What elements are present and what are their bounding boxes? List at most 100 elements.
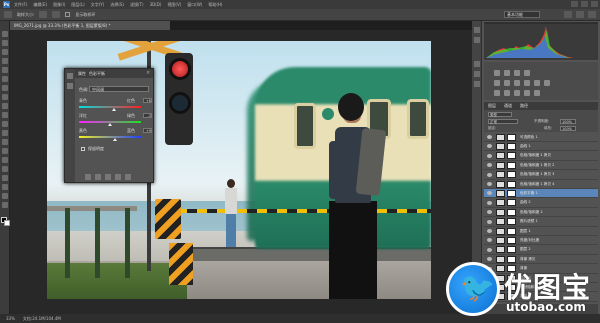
eyedropper-icon[interactable] bbox=[2, 76, 8, 82]
layer-row[interactable]: 色相/饱和度 1 拷贝 2 bbox=[484, 161, 598, 171]
layer-mask-thumbnail[interactable] bbox=[507, 133, 516, 141]
layer-row[interactable]: 色相/饱和度 1 拷贝 3 bbox=[484, 171, 598, 180]
layer-mask-thumbnail[interactable] bbox=[507, 236, 516, 244]
zoom-level[interactable]: 33% bbox=[6, 316, 15, 321]
layer-mask-thumbnail[interactable] bbox=[507, 152, 516, 160]
healing-brush-icon[interactable] bbox=[2, 85, 8, 91]
menu-filter[interactable]: 滤镜(T) bbox=[130, 2, 144, 8]
layer-row[interactable]: 曲线 1 bbox=[484, 142, 598, 152]
layer-row[interactable]: 色相/饱和度 1 拷贝 4 bbox=[484, 180, 598, 189]
brush-presets-icon[interactable] bbox=[474, 61, 480, 67]
view-previous-icon[interactable] bbox=[95, 174, 101, 180]
layer-row[interactable]: 色相/饱和度 2 bbox=[484, 208, 598, 218]
curves-icon[interactable] bbox=[514, 70, 520, 76]
opacity-field[interactable]: 100% bbox=[560, 119, 576, 124]
menu-image[interactable]: 图像(I) bbox=[53, 2, 65, 8]
channel-mixer-icon[interactable] bbox=[544, 80, 550, 86]
menu-layer[interactable]: 图层(L) bbox=[71, 2, 84, 8]
close-icon[interactable]: × bbox=[146, 71, 151, 76]
search-icon[interactable] bbox=[564, 11, 572, 18]
clip-layer-icon[interactable] bbox=[85, 174, 91, 180]
yellow-blue-slider[interactable] bbox=[79, 136, 141, 138]
move-tool-icon[interactable] bbox=[2, 31, 8, 37]
layer-mask-thumbnail[interactable] bbox=[507, 208, 516, 216]
show-ring-checkbox[interactable] bbox=[65, 12, 71, 17]
document-tab[interactable]: IMG_2671.jpg @ 33.3% (色彩平衡 1, 图层蒙版/8) * bbox=[10, 21, 170, 30]
layer-mask-thumbnail[interactable] bbox=[507, 218, 516, 226]
eyedropper-tool-icon[interactable] bbox=[4, 11, 12, 18]
selective-color-icon[interactable] bbox=[534, 90, 540, 96]
black-white-icon[interactable] bbox=[524, 80, 530, 86]
tab-layers[interactable]: 图层 bbox=[488, 103, 496, 109]
threshold-icon[interactable] bbox=[514, 90, 520, 96]
layer-row[interactable]: 可选颜色 1 bbox=[484, 133, 598, 142]
tab-channels[interactable]: 通道 bbox=[504, 103, 512, 109]
yellow-blue-slider-knob[interactable] bbox=[113, 138, 117, 141]
path-select-icon[interactable] bbox=[2, 175, 8, 181]
invert-icon[interactable] bbox=[494, 90, 500, 96]
quick-select-tool-icon[interactable] bbox=[2, 58, 8, 64]
layer-mask-thumbnail[interactable] bbox=[507, 189, 516, 197]
brush-tool-icon[interactable] bbox=[2, 94, 8, 100]
layer-row[interactable]: 亮度/对比度 bbox=[484, 236, 598, 246]
layer-mask-thumbnail[interactable] bbox=[507, 180, 516, 188]
layer-row[interactable]: 色相/饱和度 1 拷贝 bbox=[484, 152, 598, 161]
gradient-map-icon[interactable] bbox=[524, 90, 530, 96]
eye-icon[interactable] bbox=[487, 238, 492, 243]
layer-mask-thumbnail[interactable] bbox=[507, 171, 516, 179]
layer-row[interactable]: 图层 1 bbox=[484, 227, 598, 236]
sample-mode-dropdown[interactable] bbox=[52, 11, 61, 18]
history-icon[interactable] bbox=[474, 27, 480, 33]
cyan-red-slider[interactable] bbox=[79, 106, 141, 108]
eye-icon[interactable] bbox=[487, 153, 492, 158]
eye-icon[interactable] bbox=[487, 229, 492, 233]
maximize-button[interactable] bbox=[581, 1, 588, 7]
magenta-green-value[interactable]: -3 bbox=[143, 113, 152, 118]
info-icon[interactable] bbox=[67, 83, 73, 89]
eye-icon[interactable] bbox=[487, 182, 492, 186]
sample-size-dropdown[interactable] bbox=[39, 11, 48, 18]
eye-icon[interactable] bbox=[487, 247, 492, 252]
history-brush-icon[interactable] bbox=[2, 112, 8, 118]
yellow-blue-value[interactable]: +9 bbox=[143, 128, 152, 133]
layer-row[interactable]: 照片滤镜 1 bbox=[484, 218, 598, 227]
layer-row[interactable]: 色彩平衡 1 bbox=[484, 189, 598, 199]
workspace-dropdown[interactable]: 基本功能 bbox=[504, 11, 540, 18]
hue-saturation-icon[interactable] bbox=[504, 80, 510, 86]
exposure-icon[interactable] bbox=[524, 70, 530, 76]
crop-tool-icon[interactable] bbox=[2, 67, 8, 73]
eye-icon[interactable] bbox=[487, 200, 492, 205]
lasso-tool-icon[interactable] bbox=[2, 49, 8, 55]
eye-icon[interactable] bbox=[487, 219, 492, 224]
brightness-icon[interactable] bbox=[494, 70, 500, 76]
eye-icon[interactable] bbox=[487, 144, 492, 149]
dodge-tool-icon[interactable] bbox=[2, 148, 8, 154]
shape-tool-icon[interactable] bbox=[2, 184, 8, 190]
eye-icon[interactable] bbox=[487, 191, 492, 196]
layer-row[interactable]: 图层 2 bbox=[484, 246, 598, 255]
vibrance-icon[interactable] bbox=[494, 80, 500, 86]
zoom-tool-icon[interactable] bbox=[2, 202, 8, 208]
gradient-tool-icon[interactable] bbox=[2, 130, 8, 136]
tone-dropdown[interactable]: 中间调 bbox=[89, 86, 149, 92]
layer-row[interactable]: 曲线 2 bbox=[484, 199, 598, 208]
eye-icon[interactable] bbox=[487, 210, 492, 215]
layer-mask-thumbnail[interactable] bbox=[507, 227, 516, 235]
close-button[interactable] bbox=[591, 1, 598, 7]
eraser-tool-icon[interactable] bbox=[2, 121, 8, 127]
layer-mask-thumbnail[interactable] bbox=[507, 246, 516, 254]
pen-tool-icon[interactable] bbox=[2, 157, 8, 163]
character-icon[interactable] bbox=[474, 71, 480, 77]
menu-help[interactable]: 帮助(H) bbox=[208, 2, 222, 8]
eye-icon[interactable] bbox=[487, 135, 492, 139]
panel-icon[interactable] bbox=[67, 73, 73, 79]
eye-icon[interactable] bbox=[487, 163, 492, 168]
visibility-icon[interactable] bbox=[115, 174, 121, 180]
menu-type[interactable]: 文字(Y) bbox=[91, 2, 105, 8]
menu-file[interactable]: 文件(F) bbox=[14, 2, 27, 8]
layer-mask-thumbnail[interactable] bbox=[507, 142, 516, 150]
share-icon[interactable] bbox=[588, 11, 596, 18]
marquee-tool-icon[interactable] bbox=[2, 40, 8, 46]
levels-icon[interactable] bbox=[504, 70, 510, 76]
cyan-red-slider-knob[interactable] bbox=[112, 108, 116, 111]
